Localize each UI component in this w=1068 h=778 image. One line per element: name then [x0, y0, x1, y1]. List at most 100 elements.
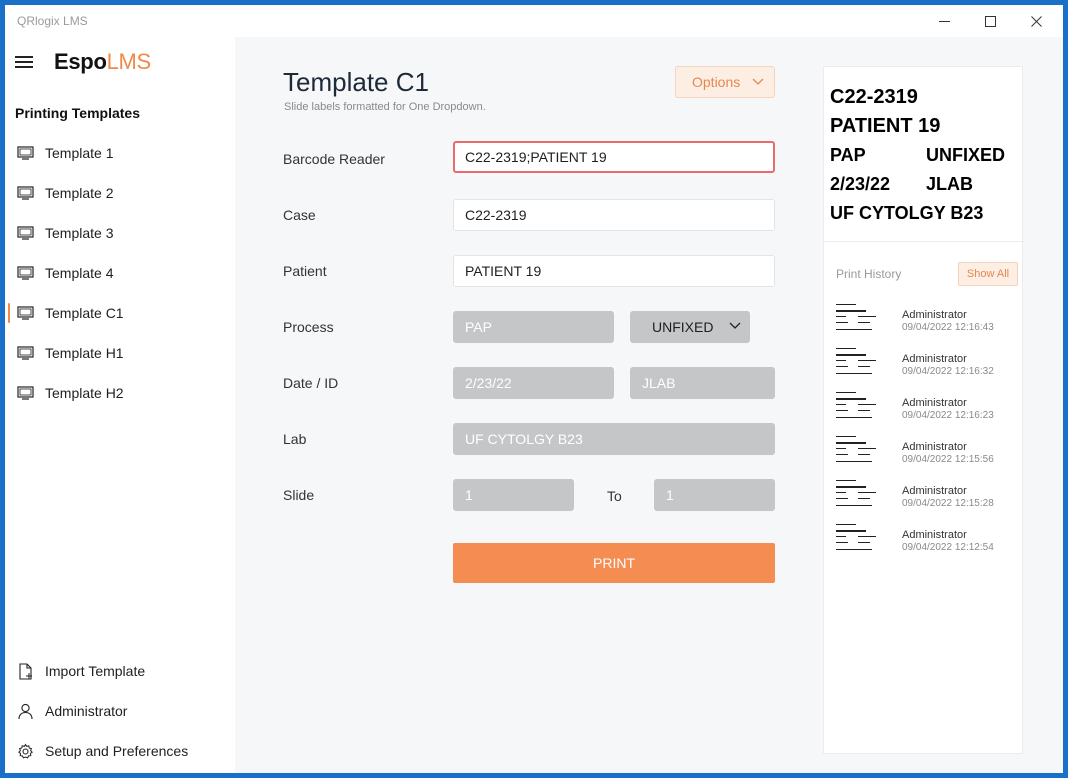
monitor-icon	[17, 346, 34, 360]
sidebar-item-label: Template H2	[45, 385, 124, 401]
maximize-button[interactable]	[967, 5, 1013, 37]
label-preview: C22-2319 PATIENT 19 PAP UNFIXED 2/23/22 JL…	[824, 67, 1024, 241]
history-user: Administrator	[902, 397, 967, 409]
import-file-icon	[17, 662, 34, 680]
page-subtitle: Slide labels formatted for One Dropdown.	[284, 101, 486, 113]
fixation-select[interactable]: UNFIXED	[630, 311, 750, 343]
history-item[interactable]: Administrator 09/04/2022 12:16:23	[824, 387, 1024, 431]
monitor-icon	[17, 146, 34, 160]
gear-icon	[17, 743, 34, 759]
date-id-label: Date / ID	[283, 375, 339, 391]
sidebar-item-template-2[interactable]: Template 2	[5, 173, 235, 213]
administrator-button[interactable]: Administrator	[5, 691, 235, 731]
monitor-icon	[17, 186, 34, 200]
sidebar-bottom-nav: Import Template Administrator Setup and …	[5, 651, 235, 771]
date-input: 2/23/22	[453, 367, 614, 399]
preview-line-date: 2/23/22 JLAB	[830, 174, 974, 194]
sidebar-item-label: Template 2	[45, 185, 114, 201]
close-icon	[1030, 15, 1042, 27]
preview-panel: C22-2319 PATIENT 19 PAP UNFIXED 2/23/22 JL…	[823, 66, 1024, 754]
history-user: Administrator	[902, 485, 967, 497]
import-template-button[interactable]: Import Template	[5, 651, 235, 691]
slide-from-input: 1	[453, 479, 574, 511]
barcode-reader-input[interactable]: C22-2319;PATIENT 19	[453, 141, 775, 173]
sidebar-item-template-h1[interactable]: Template H1	[5, 333, 235, 373]
print-button[interactable]: PRINT	[453, 543, 775, 583]
hamburger-menu-icon[interactable]	[15, 56, 33, 70]
close-button[interactable]	[1013, 5, 1059, 37]
preview-line-lab: UF CYTOLGY B23	[830, 203, 984, 223]
label-thumbnail	[836, 478, 886, 514]
page-title: Template C1	[283, 67, 429, 97]
options-label: Options	[692, 74, 741, 90]
id-input: JLAB	[630, 367, 775, 399]
history-item[interactable]: Administrator 09/04/2022 12:16:32	[824, 343, 1024, 387]
user-icon	[17, 703, 34, 719]
barcode-reader-label: Barcode Reader	[283, 151, 385, 167]
sidebar-item-template-c1[interactable]: Template C1	[5, 293, 235, 333]
monitor-icon	[17, 386, 34, 400]
lab-input: UF CYTOLGY B23	[453, 423, 775, 455]
minimize-icon	[938, 20, 950, 22]
sidebar-item-label: Template 1	[45, 145, 114, 161]
history-item[interactable]: Administrator 09/04/2022 12:12:54	[824, 519, 1024, 563]
sidebar-item-label: Template 3	[45, 225, 114, 241]
setup-preferences-button[interactable]: Setup and Preferences	[5, 731, 235, 771]
title-bar: QRlogix LMS	[5, 5, 1063, 37]
history-item[interactable]: Administrator 09/04/2022 12:15:28	[824, 475, 1024, 519]
history-user: Administrator	[902, 441, 967, 453]
sidebar-item-template-h2[interactable]: Template H2	[5, 373, 235, 413]
case-input[interactable]: C22-2319	[453, 199, 775, 231]
preview-line-patient: PATIENT 19	[830, 115, 941, 137]
process-label: Process	[283, 319, 334, 335]
case-label: Case	[283, 207, 316, 223]
history-user: Administrator	[902, 353, 967, 365]
app-window: QRlogix LMS EspoLMS Printing Templates T…	[5, 5, 1063, 773]
history-item[interactable]: Administrator 09/04/2022 12:16:43	[824, 299, 1024, 343]
history-time: 09/04/2022 12:12:54	[902, 542, 994, 553]
sidebar-item-template-4[interactable]: Template 4	[5, 253, 235, 293]
history-time: 09/04/2022 12:16:32	[902, 366, 994, 377]
monitor-icon	[17, 306, 34, 320]
sidebar-item-label: Import Template	[45, 663, 146, 679]
sidebar-item-label: Template C1	[45, 305, 124, 321]
slide-to-label: To	[607, 488, 622, 504]
label-thumbnail	[836, 434, 886, 470]
chevron-down-icon	[752, 78, 764, 85]
history-time: 09/04/2022 12:15:28	[902, 498, 994, 509]
divider	[824, 241, 1024, 242]
monitor-icon	[17, 226, 34, 240]
sidebar-item-template-1[interactable]: Template 1	[5, 133, 235, 173]
process-input: PAP	[453, 311, 614, 343]
sidebar-item-label: Setup and Preferences	[45, 743, 189, 759]
lab-label: Lab	[283, 431, 307, 447]
label-thumbnail	[836, 302, 886, 338]
sidebar-item-template-3[interactable]: Template 3	[5, 213, 235, 253]
history-user: Administrator	[902, 529, 967, 541]
maximize-icon	[984, 15, 996, 27]
preview-line-case: C22-2319	[830, 86, 918, 108]
slide-to-input: 1	[654, 479, 775, 511]
preview-line-process: PAP UNFIXED	[830, 145, 1006, 165]
chevron-down-icon	[729, 322, 741, 329]
history-time: 09/04/2022 12:16:23	[902, 410, 994, 421]
minimize-button[interactable]	[921, 5, 967, 37]
monitor-icon	[17, 266, 34, 280]
history-item[interactable]: Administrator 09/04/2022 12:15:56	[824, 431, 1024, 475]
patient-input[interactable]: PATIENT 19	[453, 255, 775, 287]
brand-logo: EspoLMS	[54, 49, 151, 74]
sidebar-item-label: Template 4	[45, 265, 114, 281]
main-content: Template C1 Slide labels formatted for O…	[235, 37, 1063, 773]
slide-label: Slide	[283, 487, 315, 503]
options-dropdown-button[interactable]: Options	[675, 66, 775, 98]
patient-label: Patient	[283, 263, 327, 279]
history-user: Administrator	[902, 309, 967, 321]
window-title: QRlogix LMS	[17, 14, 88, 28]
show-all-button[interactable]: Show All	[958, 262, 1018, 286]
label-thumbnail	[836, 346, 886, 382]
section-title: Printing Templates	[15, 105, 140, 121]
label-thumbnail	[836, 522, 886, 558]
template-nav-list: Template 1 Template 2 Template 3 Templat…	[5, 133, 235, 413]
history-time: 09/04/2022 12:16:43	[902, 322, 994, 333]
sidebar-item-label: Template H1	[45, 345, 124, 361]
